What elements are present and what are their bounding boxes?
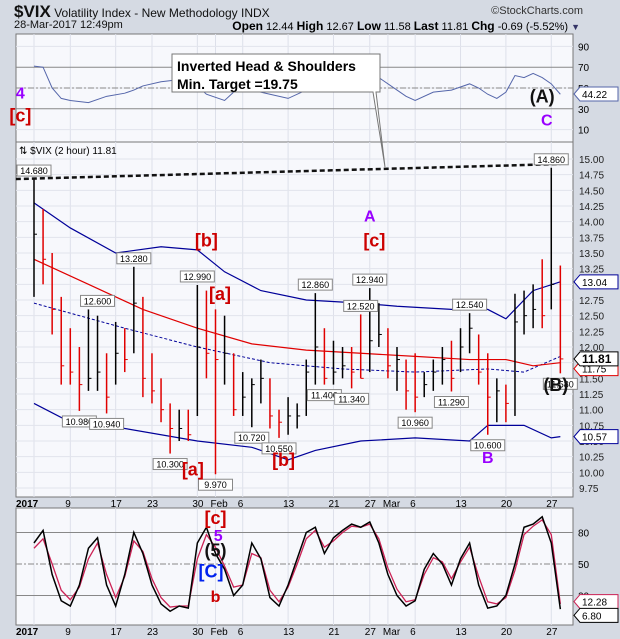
- x-axis-label: 23: [147, 627, 159, 638]
- last-price-tag: 11.81: [582, 352, 612, 366]
- price-callout: 12.540: [456, 300, 484, 310]
- x-axis-label: 30: [192, 627, 204, 638]
- rsi-tick-label: 90: [578, 42, 590, 53]
- wave-label: C: [541, 112, 553, 129]
- wave-label: [c]: [9, 105, 31, 125]
- price-callout: 12.990: [184, 272, 212, 282]
- x-axis-label: 13: [283, 627, 295, 638]
- price-callout: 12.860: [302, 280, 330, 290]
- x-axis-label: 6: [238, 627, 244, 638]
- price-callout: 13.280: [120, 254, 148, 264]
- wave-label: 4: [16, 85, 25, 102]
- x-axis-label: 2017: [16, 499, 39, 510]
- price-callout: 10.940: [93, 419, 121, 429]
- stoch-d-tag: 12.28: [582, 598, 607, 609]
- price-callout: 10.720: [238, 433, 266, 443]
- price-tick-label: 13.25: [579, 265, 604, 276]
- price-tick-label: 12.50: [579, 312, 604, 323]
- price-callout: 10.300: [156, 460, 184, 470]
- price-callout: 12.520: [347, 301, 375, 311]
- price-callout: 12.600: [84, 296, 112, 306]
- x-axis-label: 13: [456, 627, 468, 638]
- price-legend: ⇅ $VIX (2 hour) 11.81: [19, 146, 117, 157]
- price-callout: 14.680: [20, 166, 48, 176]
- rsi-value-tag: 44.22: [582, 90, 607, 101]
- wave-label: (5): [205, 541, 227, 561]
- price-callout: 11.290: [438, 398, 465, 408]
- x-axis-label: 13: [283, 499, 295, 510]
- price-tick-label: 12.25: [579, 327, 604, 338]
- price-tick-label: 9.75: [579, 484, 599, 495]
- x-axis-label: 6: [410, 627, 416, 638]
- lower-band-tag: 10.57: [582, 433, 607, 444]
- price-tick-label: 15.00: [579, 155, 604, 166]
- stoch-k-tag: 6.80: [582, 611, 602, 622]
- price-callout: 10.980: [66, 417, 94, 427]
- price-callout: 11.340: [338, 394, 365, 404]
- price-tick-label: 14.75: [579, 171, 604, 182]
- wave-label: [a]: [182, 459, 204, 479]
- upper-band-tag: 13.04: [582, 278, 607, 289]
- x-axis-label: 17: [111, 627, 123, 638]
- x-axis-label: 9: [65, 499, 71, 510]
- price-tick-label: 14.50: [579, 186, 604, 197]
- x-axis-label: 27: [546, 627, 558, 638]
- x-axis-label: 27: [546, 499, 558, 510]
- price-callout: 12.940: [356, 275, 384, 285]
- x-axis-label: 6: [238, 499, 244, 510]
- x-axis-label: 20: [501, 627, 513, 638]
- wave-label: B: [482, 450, 494, 467]
- price-callout: 10.960: [401, 418, 429, 428]
- x-axis-label: 17: [111, 499, 123, 510]
- price-tick-label: 14.00: [579, 218, 604, 229]
- price-tick-label: 13.75: [579, 233, 604, 244]
- stoch-tick-label: 50: [578, 560, 590, 571]
- price-tick-label: 12.75: [579, 296, 604, 307]
- price-tick-label: 14.25: [579, 202, 604, 213]
- price-tick-label: 11.25: [579, 390, 604, 401]
- x-axis-label: Feb: [211, 627, 229, 638]
- wave-label: [C]: [198, 562, 223, 582]
- wave-label: A: [364, 209, 376, 226]
- price-tick-label: 13.50: [579, 249, 604, 260]
- x-axis-label: 6: [410, 499, 416, 510]
- price-tick-label: 10.25: [579, 453, 604, 464]
- annotation-text: Inverted Head & Shoulders: [177, 58, 356, 74]
- rsi-tick-label: 70: [578, 63, 590, 74]
- x-axis-label: Mar: [383, 627, 401, 638]
- wave-label: [b]: [272, 450, 295, 470]
- x-axis-label: 20: [501, 499, 513, 510]
- chart-svg: 15.00 14.75 14.50 14.25 14.00 13.75 13.50 13.25…: [9, 33, 619, 638]
- price-tick-label: 11.00: [579, 406, 604, 417]
- x-axis-label: 27: [365, 499, 377, 510]
- wave-label: [c]: [205, 508, 227, 528]
- x-axis-label: 23: [147, 499, 159, 510]
- price-callout: 11.400: [311, 391, 338, 401]
- x-axis-label: 21: [328, 627, 340, 638]
- x-axis-label: 27: [365, 627, 377, 638]
- x-axis-label: Mar: [383, 499, 401, 510]
- wave-label: (B): [543, 375, 568, 395]
- x-axis-label: 30: [192, 499, 204, 510]
- x-axis-label: 13: [456, 499, 468, 510]
- wave-label: [b]: [195, 231, 218, 251]
- x-axis-label: 9: [65, 627, 71, 638]
- wave-label: b: [211, 589, 221, 606]
- rsi-tick-label: 30: [578, 105, 590, 116]
- price-callout: 9.970: [204, 480, 227, 490]
- stoch-tick-label: 80: [578, 529, 590, 540]
- x-axis-label: 21: [328, 499, 340, 510]
- price-callout: 14.860: [538, 155, 566, 165]
- wave-label: (A): [530, 87, 555, 107]
- price-tick-label: 10.00: [579, 468, 604, 479]
- x-axis-label: 2017: [16, 627, 39, 638]
- rsi-tick-label: 10: [578, 126, 590, 137]
- annotation-text: Min. Target =19.75: [177, 76, 298, 92]
- wave-label: [a]: [209, 284, 231, 304]
- wave-label: [c]: [363, 231, 385, 251]
